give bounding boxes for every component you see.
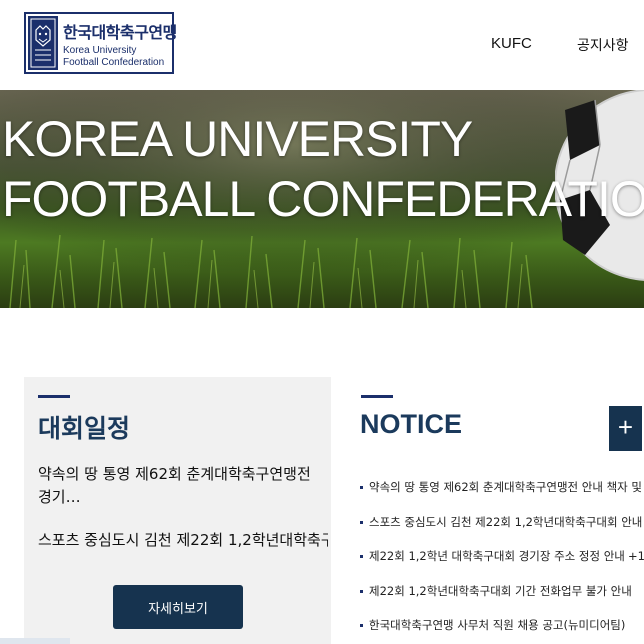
- notice-list-item[interactable]: 약속의 땅 통영 제62회 춘계대학축구연맹전 안내 책자 및 …: [360, 477, 644, 512]
- bullet-square-icon: [360, 589, 363, 593]
- notice-section: NOTICE + 약속의 땅 통영 제62회 춘계대학축구연맹전 안내 책자 및…: [360, 377, 644, 644]
- schedule-card: 대회일정 약속의 땅 통영 제62회 춘계대학축구연맹전 경기… 스포츠 중심도…: [24, 377, 331, 644]
- nav-link-kufc[interactable]: KUFC: [491, 35, 532, 52]
- hero-title-line2: FOOTBALL CONFEDERATION: [2, 171, 644, 227]
- hero-title-line1: KOREA UNIVERSITY: [2, 111, 473, 167]
- schedule-title: 대회일정: [38, 414, 131, 443]
- bullet-square-icon: [360, 555, 363, 558]
- schedule-item[interactable]: 스포츠 중심도시 김천 제22회 1,2학년대학축구…: [38, 529, 328, 552]
- notice-item-text: 약속의 땅 통영 제62회 춘계대학축구연맹전 안내 책자 및 …: [369, 480, 644, 494]
- notice-title: NOTICE: [360, 409, 463, 439]
- bullet-square-icon: [360, 486, 363, 489]
- notice-list-item[interactable]: 제22회 1,2학년대학축구대회 기간 전화업무 불가 안내: [360, 581, 644, 616]
- notice-more-plus-button[interactable]: +: [609, 406, 642, 451]
- bullet-square-icon: [360, 624, 363, 627]
- site-logo[interactable]: 한국대학축구연맹 Korea University Football Confe…: [24, 12, 177, 74]
- site-header: 한국대학축구연맹 Korea University Football Confe…: [0, 0, 644, 90]
- notice-item-text: 제22회 1,2학년 대학축구대회 경기장 주소 정정 안내: [369, 549, 625, 563]
- schedule-item[interactable]: 약속의 땅 통영 제62회 춘계대학축구연맹전 경기…: [38, 463, 323, 509]
- hero-banner: KOREA UNIVERSITY FOOTBALL CONFEDERATION: [0, 90, 644, 308]
- section-accent-bar: [361, 395, 393, 398]
- notice-list-item[interactable]: 제22회 1,2학년 대학축구대회 경기장 주소 정정 안내 +1: [360, 546, 644, 581]
- schedule-more-button[interactable]: 자세히보기: [113, 585, 243, 629]
- bullet-square-icon: [360, 520, 363, 524]
- notice-list-item[interactable]: 스포츠 중심도시 김천 제22회 1,2학년대학축구대회 안내 …: [360, 512, 644, 547]
- notice-list: 약속의 땅 통영 제62회 춘계대학축구연맹전 안내 책자 및 … 스포츠 중심…: [360, 477, 644, 644]
- notice-list-item[interactable]: 한국대학축구연맹 사무처 직원 채용 공고(뉴미디어팀): [360, 615, 644, 644]
- logo-korean-name: 한국대학축구연맹: [63, 23, 177, 42]
- notice-item-text: 한국대학축구연맹 사무처 직원 채용 공고(뉴미디어팀): [369, 618, 626, 632]
- logo-english-line1: Korea University: [63, 45, 137, 56]
- section-accent-bar: [38, 395, 70, 398]
- notice-item-text: 제22회 1,2학년대학축구대회 기간 전화업무 불가 안내: [369, 583, 632, 598]
- notice-item-text: 스포츠 중심도시 김천 제22회 1,2학년대학축구대회 안내 …: [369, 514, 644, 529]
- comment-count-badge: +1: [628, 549, 644, 563]
- nav-link-notice[interactable]: 공지사항: [577, 35, 629, 55]
- logo-english-line2: Football Confederation: [63, 57, 165, 68]
- tiger-emblem-icon: [28, 16, 58, 70]
- bottom-corner-tab: [0, 638, 70, 644]
